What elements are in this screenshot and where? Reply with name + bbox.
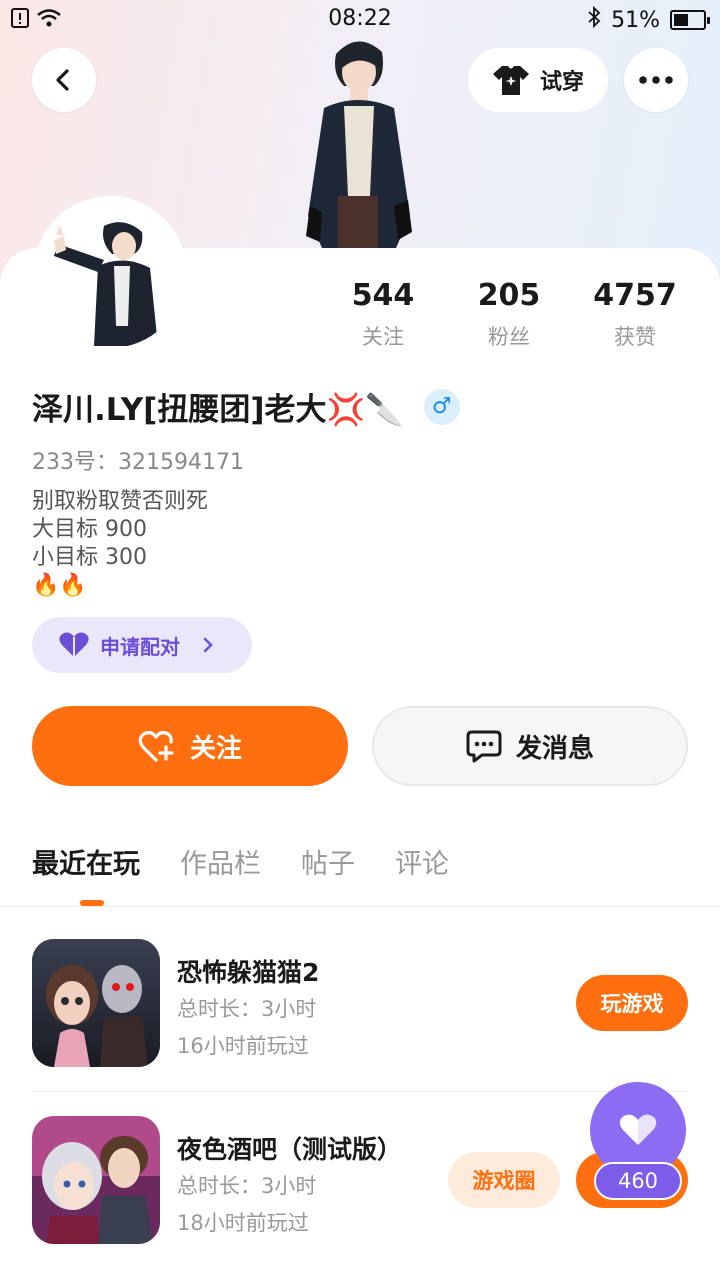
more-button[interactable] [624, 48, 688, 112]
followers-stat[interactable]: 205 粉丝 [446, 278, 572, 351]
send-message-label: 发消息 [515, 733, 594, 764]
heart-plus-icon [138, 730, 174, 762]
try-on-button[interactable]: 试穿 [468, 48, 608, 112]
following-count: 544 [351, 278, 415, 313]
user-id: 233号：321594171 [32, 450, 244, 475]
follow-label: 关注 [189, 733, 242, 764]
battery-percent: 51% [611, 7, 660, 33]
avatar-3d-figure [296, 36, 420, 248]
list-item[interactable]: 恐怖躲猫猫2 总时长：3小时 16小时前玩过 玩游戏 [32, 939, 688, 1071]
bio-line: 别取粉取赞否则死 [32, 489, 209, 514]
avatar[interactable] [34, 196, 186, 348]
tab-comments[interactable]: 评论 [395, 842, 449, 881]
chevron-left-icon [56, 69, 69, 91]
heart-icon [619, 1114, 657, 1145]
tshirt-icon [492, 66, 529, 95]
row-divider [32, 1091, 688, 1092]
followers-label: 粉丝 [488, 325, 530, 349]
try-on-label: 试穿 [539, 70, 584, 95]
chat-bubble-icon [466, 730, 502, 763]
likes-label: 获赞 [614, 325, 656, 349]
male-gender-icon: ♂ [423, 388, 460, 425]
profile-tabs: 最近在玩 作品栏 帖子 评论 [32, 842, 449, 881]
game-last-played: 16小时前玩过 [177, 1034, 309, 1058]
game-circle-button[interactable]: 游戏圈 [448, 1152, 560, 1208]
battery-icon [670, 10, 710, 30]
chevron-right-icon [203, 637, 213, 653]
status-bar: 08:22 51% [0, 0, 720, 40]
likes-stat[interactable]: 4757 获赞 [572, 278, 698, 351]
apply-pairing-label: 申请配对 [100, 634, 180, 659]
followers-count: 205 [477, 278, 541, 313]
send-message-button[interactable]: 发消息 [372, 706, 688, 786]
following-stat[interactable]: 544 关注 [320, 278, 446, 351]
bio-line: 小目标 300 [32, 545, 147, 570]
apply-pairing-button[interactable]: 申请配对 [32, 617, 252, 673]
game-title: 夜色酒吧（测试版） [177, 1135, 403, 1164]
tabs-divider [0, 906, 720, 907]
username: 泽川.LY[扭腰团]老大💢🔪 [32, 392, 404, 428]
bio-line: 大目标 900 [32, 517, 147, 542]
tab-works[interactable]: 作品栏 [180, 842, 261, 881]
game-title: 恐怖躲猫猫2 [177, 958, 320, 987]
heart-pair-icon [59, 632, 89, 657]
battery-fill [674, 14, 688, 26]
tab-posts[interactable]: 帖子 [301, 842, 355, 881]
game-last-played: 18小时前玩过 [177, 1211, 309, 1235]
back-button[interactable] [32, 48, 96, 112]
game-duration: 总时长：3小时 [177, 1174, 317, 1198]
play-game-button[interactable]: 玩游戏 [576, 975, 688, 1031]
game-icon [32, 1116, 160, 1244]
game-icon [32, 939, 160, 1067]
follow-button[interactable]: 关注 [32, 706, 348, 786]
following-label: 关注 [362, 325, 404, 349]
bio-line: 🔥🔥 [32, 573, 87, 598]
bio: 别取粉取赞否则死 大目标 900 小目标 300 🔥🔥 [32, 488, 208, 600]
more-dots-icon [639, 76, 673, 84]
bluetooth-icon [587, 5, 601, 34]
game-duration: 总时长：3小时 [177, 997, 317, 1021]
tab-recently-played[interactable]: 最近在玩 [32, 842, 140, 881]
like-count-badge: 460 [594, 1162, 682, 1200]
likes-count: 4757 [593, 278, 677, 313]
profile-stats: 544 关注 205 粉丝 4757 获赞 [320, 278, 700, 351]
name-row: 泽川.LY[扭腰团]老大💢🔪 ♂ [32, 384, 460, 429]
